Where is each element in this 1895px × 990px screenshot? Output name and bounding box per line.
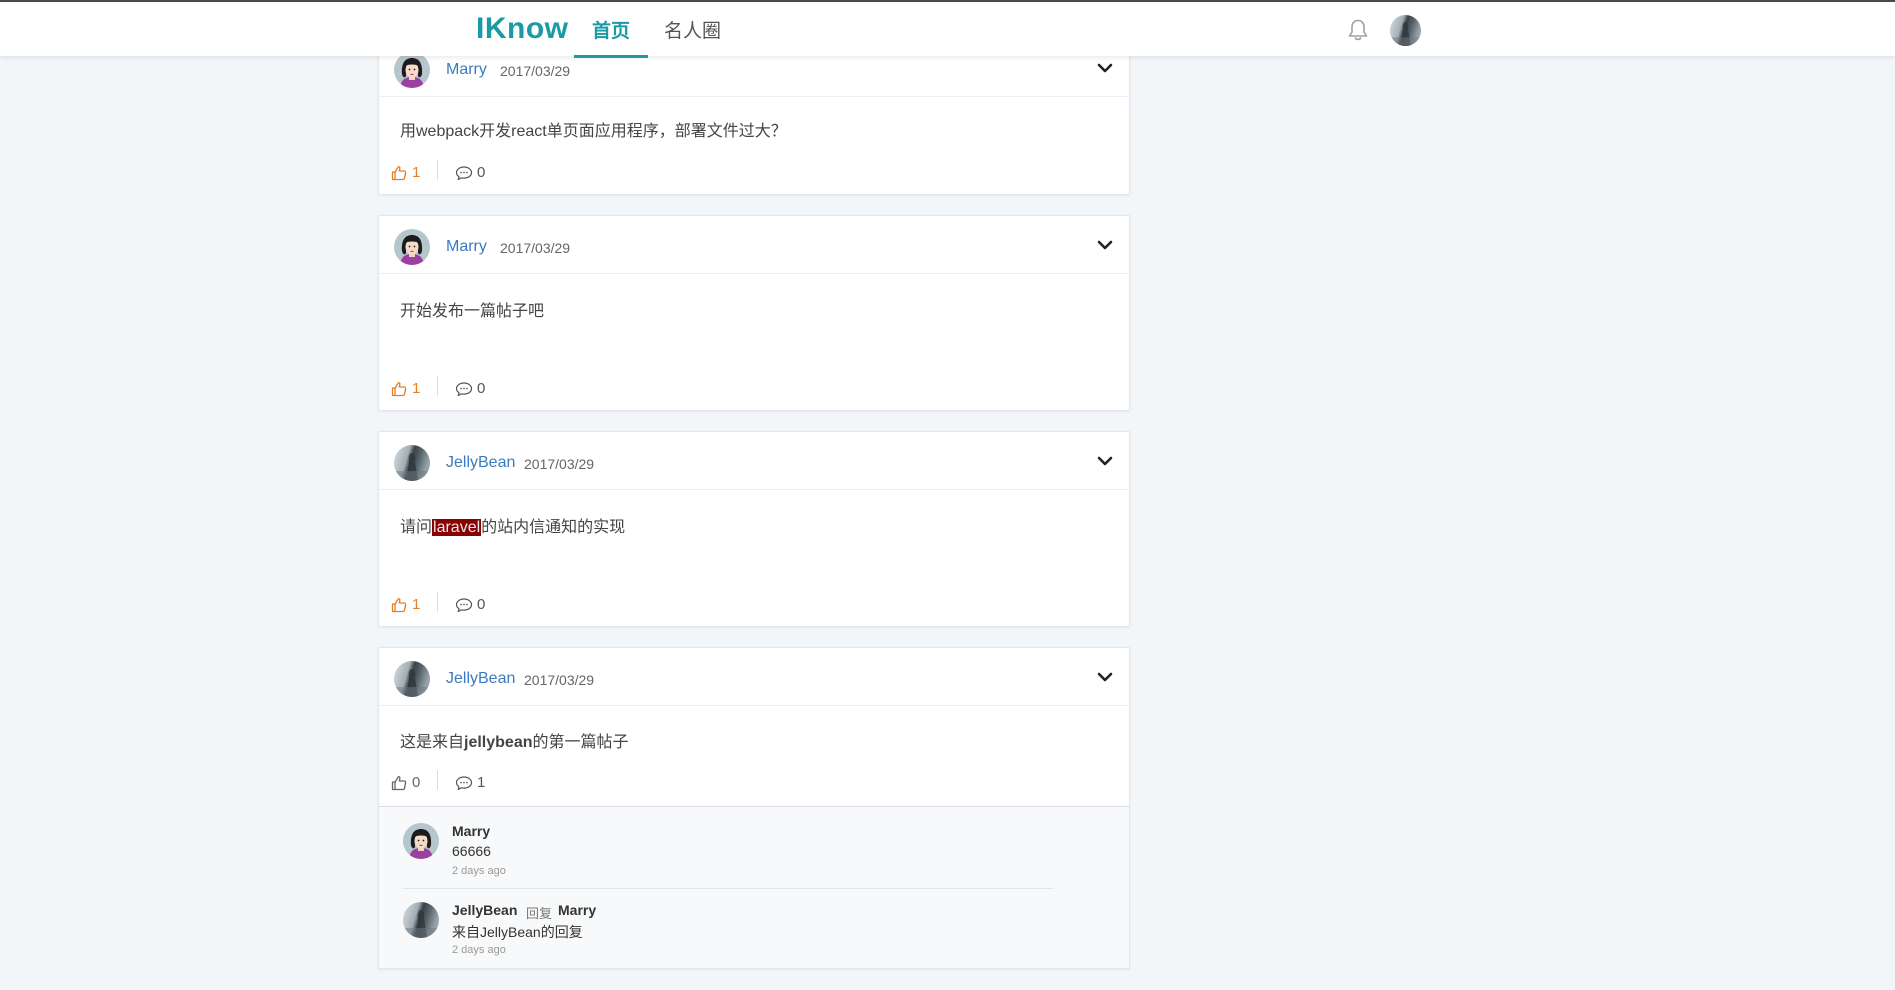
post-date: 2017/03/29 [524,456,595,472]
like-button[interactable]: 1 [391,164,420,181]
post-card: JellyBean 2017/03/29 请问laravel的站内信通知的实现 … [378,431,1130,627]
thumbs-up-icon [391,381,407,397]
comment-button[interactable]: 0 [455,164,485,181]
divider [437,770,438,790]
post-author[interactable]: Marry [446,61,487,79]
post-author[interactable]: JellyBean [446,454,515,472]
post-header: JellyBean 2017/03/29 [379,432,1129,490]
thumbs-up-icon [391,597,407,613]
post-card: Marry 2017/03/29 开始发布一篇帖子吧 1 0 [378,215,1130,411]
like-button[interactable]: 1 [391,380,420,397]
chevron-down-icon[interactable] [1097,238,1113,252]
comment-icon [455,165,473,181]
post-content-text: 的站内信通知的实现 [481,519,626,536]
comment-text: 66666 [452,843,491,859]
post-date: 2017/03/29 [524,672,595,688]
author-avatar[interactable] [394,52,430,88]
divider [437,376,438,396]
comment-button[interactable]: 0 [455,596,485,613]
thumbs-up-icon [391,165,407,181]
reply-target[interactable]: Marry [558,902,596,918]
comments-panel: Marry 66666 2 days ago JellyBean 回复 Marr… [378,806,1130,969]
post-content-text: 请问 [400,519,433,536]
top-navbar: IKnow 首页 名人圈 [0,0,1895,58]
comment-icon [455,597,473,613]
post-content: 请问laravel的站内信通知的实现 [400,513,625,537]
comment-divider [403,888,1053,889]
chevron-down-icon[interactable] [1097,61,1113,75]
comment-icon [455,381,473,397]
post-author[interactable]: JellyBean [446,670,515,688]
post-card: Marry 2017/03/29 用webpack开发react单页面应用程序，… [378,38,1130,195]
post-author[interactable]: Marry [446,238,487,256]
post-content-text: 的第一篇帖子 [532,734,629,751]
like-button[interactable]: 0 [391,774,420,791]
comment-author[interactable]: JellyBean [452,902,517,918]
like-count: 1 [412,164,421,181]
comment-author[interactable]: Marry [452,823,490,839]
comment-button[interactable]: 0 [455,380,485,397]
comment-count: 0 [477,596,486,613]
thumbs-up-icon [391,775,407,791]
comment-count: 0 [477,164,486,181]
comment-time: 2 days ago [452,944,506,956]
divider [437,592,438,612]
post-content: 用webpack开发react单页面应用程序，部署文件过大？ [400,123,787,140]
post-date: 2017/03/29 [500,63,571,79]
reply-label: 回复 [526,906,553,921]
like-count: 1 [412,596,421,613]
divider [437,160,438,180]
tab-celebrity-circle[interactable]: 名人圈 [664,16,721,58]
tab-home[interactable]: 首页 [573,16,649,58]
like-count: 0 [412,774,421,791]
chevron-down-icon[interactable] [1097,454,1113,468]
comment-item: Marry 66666 2 days ago [403,811,1053,887]
comment-button[interactable]: 1 [455,774,485,791]
author-avatar[interactable] [394,445,430,481]
like-button[interactable]: 1 [391,596,420,613]
comment-icon [455,775,473,791]
post-date: 2017/03/29 [500,240,571,256]
commenter-avatar[interactable] [403,902,439,938]
post-content-text: 这是来自 [400,734,465,751]
highlighted-text: laravel [432,519,482,536]
bold-text: jellybean [464,734,533,751]
author-avatar[interactable] [394,229,430,265]
user-avatar-image [1390,15,1421,46]
comment-text: 来自JellyBean的回复 [452,924,583,940]
post-content: 这是来自jellybean的第一篇帖子 [400,728,629,752]
user-avatar[interactable] [1390,15,1421,46]
author-avatar[interactable] [394,661,430,697]
post-content: 开始发布一篇帖子吧 [400,303,545,320]
comment-count: 1 [477,774,486,791]
post-card: JellyBean 2017/03/29 这是来自jellybean的第一篇帖子… [378,647,1130,807]
comment-item: JellyBean 回复 Marry 来自JellyBean的回复 2 days… [403,890,1053,966]
post-header: Marry 2017/03/29 [379,216,1129,274]
like-count: 1 [412,380,421,397]
post-header: JellyBean 2017/03/29 [379,648,1129,706]
commenter-avatar[interactable] [403,823,439,859]
bell-icon[interactable] [1347,18,1369,42]
comment-count: 0 [477,380,486,397]
app-logo[interactable]: IKnow [476,12,569,46]
comment-time: 2 days ago [452,865,506,877]
chevron-down-icon[interactable] [1097,670,1113,684]
